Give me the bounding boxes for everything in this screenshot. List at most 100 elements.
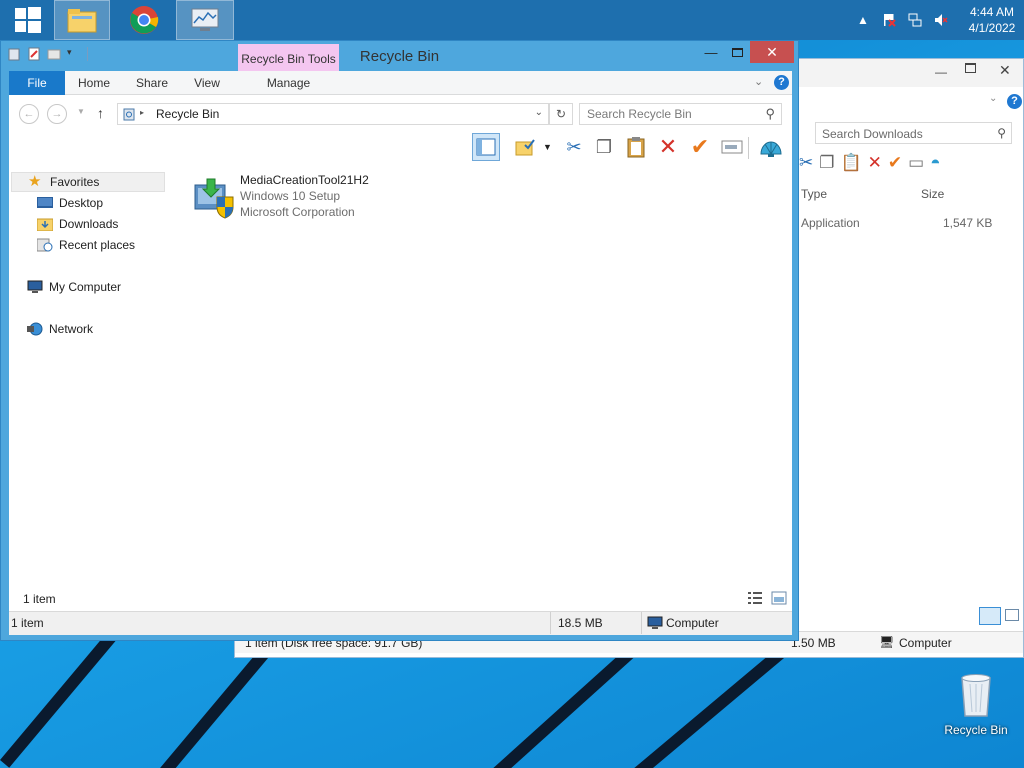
network-icon[interactable] [907, 12, 923, 28]
minimize-button[interactable]: — [935, 65, 947, 79]
maximize-button[interactable] [965, 63, 976, 73]
installer-shield-icon [194, 178, 234, 219]
layout-icon [476, 138, 496, 156]
taskbar-chrome[interactable] [116, 0, 172, 40]
status-divider [641, 612, 642, 634]
large-icons-view-icon[interactable] [771, 591, 787, 605]
taskbar-system-monitor[interactable] [176, 0, 234, 40]
file-company: Microsoft Corporation [240, 205, 355, 219]
recycle-bin-window[interactable]: ▾ Recycle Bin Tools Recycle Bin — ✕ File… [0, 40, 799, 641]
status-location: Computer [666, 616, 719, 630]
checkmark-icon[interactable]: ✔ [888, 153, 902, 173]
monitor-chart-icon [191, 8, 219, 31]
status-area: 1 item [9, 587, 792, 611]
tab-manage[interactable]: Manage [238, 71, 339, 95]
delete-button[interactable]: ✕ [654, 133, 682, 161]
nav-item-network[interactable]: Network [27, 319, 93, 339]
action-center-flag-icon[interactable] [881, 12, 897, 28]
computer-icon [27, 280, 43, 293]
delete-icon: ✕ [658, 134, 678, 159]
search-input[interactable]: Search Recycle Bin ⚲ [579, 103, 782, 125]
copy-icon: ❐ [595, 136, 613, 157]
paste-icon [627, 137, 645, 158]
shell-button[interactable] [757, 133, 785, 161]
file-item[interactable]: MediaCreationTool21H2 Windows 10 Setup M… [189, 171, 389, 223]
column-header-type[interactable]: Type [801, 187, 827, 201]
downloads-status-location: Computer [899, 636, 952, 650]
refresh-button[interactable]: ↻ [549, 103, 573, 125]
tab-share[interactable]: Share [127, 71, 177, 95]
shell-icon[interactable]: ◓ [930, 153, 940, 173]
search-placeholder: Search Recycle Bin [587, 107, 692, 121]
rename-button[interactable] [718, 133, 746, 161]
search-icon: ⚲ [765, 106, 775, 121]
delete-icon[interactable]: ✕ [868, 153, 882, 173]
forward-button[interactable]: → [47, 104, 67, 124]
volume-muted-icon[interactable] [933, 12, 949, 28]
nav-item-downloads[interactable]: Downloads [37, 214, 118, 234]
breadcrumb-recycle-bin[interactable]: Recycle Bin [156, 107, 219, 121]
help-icon[interactable]: ? [774, 75, 789, 90]
tab-file[interactable]: File [9, 71, 65, 95]
paste-button[interactable] [622, 133, 650, 161]
copy-icon[interactable]: ❐ [819, 153, 834, 173]
clock[interactable]: 4:44 AM 4/1/2022 [960, 4, 1024, 36]
nav-item-recent[interactable]: Recent places [37, 235, 135, 255]
nav-label-recent: Recent places [59, 238, 136, 252]
desktop-recycle-bin[interactable]: Recycle Bin [944, 672, 1008, 737]
chevron-down-icon[interactable]: ⌄ [989, 93, 997, 104]
close-button[interactable]: ✕ [999, 62, 1011, 79]
search-icon: ⚲ [997, 126, 1006, 140]
details-view-icon[interactable] [747, 591, 763, 605]
start-button[interactable] [0, 0, 56, 40]
restore-button[interactable]: ✔ [686, 133, 714, 161]
up-button[interactable]: ↑ [97, 105, 104, 121]
ribbon-tabs: File Home Share View Manage ⌄ ? [9, 71, 792, 95]
address-dropdown-icon[interactable]: ⌄ [535, 107, 543, 118]
downloads-search-input[interactable]: Search Downloads ⚲ [815, 122, 1012, 144]
close-button[interactable]: ✕ [750, 41, 794, 63]
preview-pane-button[interactable] [472, 133, 500, 161]
back-button[interactable]: ← [19, 104, 39, 124]
chrome-icon [130, 6, 159, 34]
checkmark-icon: ✔ [690, 134, 710, 159]
taskbar: ▲ 4:44 AM 4/1/2022 [0, 0, 1024, 40]
computer-icon [647, 616, 663, 629]
address-field[interactable]: ▸ Recycle Bin ⌄ [117, 103, 549, 125]
nav-label-desktop: Desktop [59, 196, 104, 210]
cut-button[interactable]: ✂ [560, 133, 588, 161]
breadcrumb-chevron-icon[interactable]: ▸ [140, 108, 144, 117]
column-header-size[interactable]: Size [921, 187, 944, 201]
copy-button[interactable]: ❐ [590, 133, 618, 161]
file-size-cell: 1,547 KB [943, 216, 993, 230]
details-view-icon[interactable] [979, 607, 1001, 625]
folder-icon [67, 9, 97, 33]
downloads-search-placeholder: Search Downloads [822, 127, 923, 141]
cut-icon[interactable]: ✂ [799, 153, 813, 173]
paste-icon[interactable]: 📋 [841, 153, 862, 173]
recent-locations-dropdown-icon[interactable]: ▼ [77, 107, 85, 116]
status-items: 1 item [11, 616, 44, 630]
rename-icon[interactable]: ▭ [908, 153, 924, 173]
folder-options-button[interactable] [512, 133, 540, 161]
folder-options-dropdown-icon[interactable]: ▼ [543, 142, 552, 152]
large-icons-view-icon[interactable] [1005, 609, 1019, 621]
ribbon-collapse-chevron-icon[interactable]: ⌄ [754, 75, 763, 88]
window-titlebar[interactable]: ▾ Recycle Bin Tools Recycle Bin — ✕ [1, 41, 798, 71]
nav-item-desktop[interactable]: Desktop [37, 193, 103, 213]
start-icon [15, 7, 41, 33]
nav-item-favorites[interactable]: ★ Favorites [11, 172, 165, 192]
maximize-button[interactable] [724, 41, 750, 63]
tab-home[interactable]: Home [69, 71, 119, 95]
tab-view[interactable]: View [183, 71, 231, 95]
chevron-up-icon[interactable]: ▲ [855, 12, 871, 28]
file-list: MediaCreationTool21H2 Windows 10 Setup M… [169, 163, 792, 587]
nav-item-computer[interactable]: My Computer [27, 277, 121, 297]
network-globe-icon [27, 322, 43, 336]
minimize-button[interactable]: — [698, 41, 724, 63]
taskbar-file-explorer[interactable] [54, 0, 110, 40]
help-icon[interactable]: ? [1007, 94, 1022, 109]
file-description: Windows 10 Setup [240, 189, 341, 203]
folder-check-icon [515, 139, 535, 156]
window-title: Recycle Bin [359, 48, 440, 65]
